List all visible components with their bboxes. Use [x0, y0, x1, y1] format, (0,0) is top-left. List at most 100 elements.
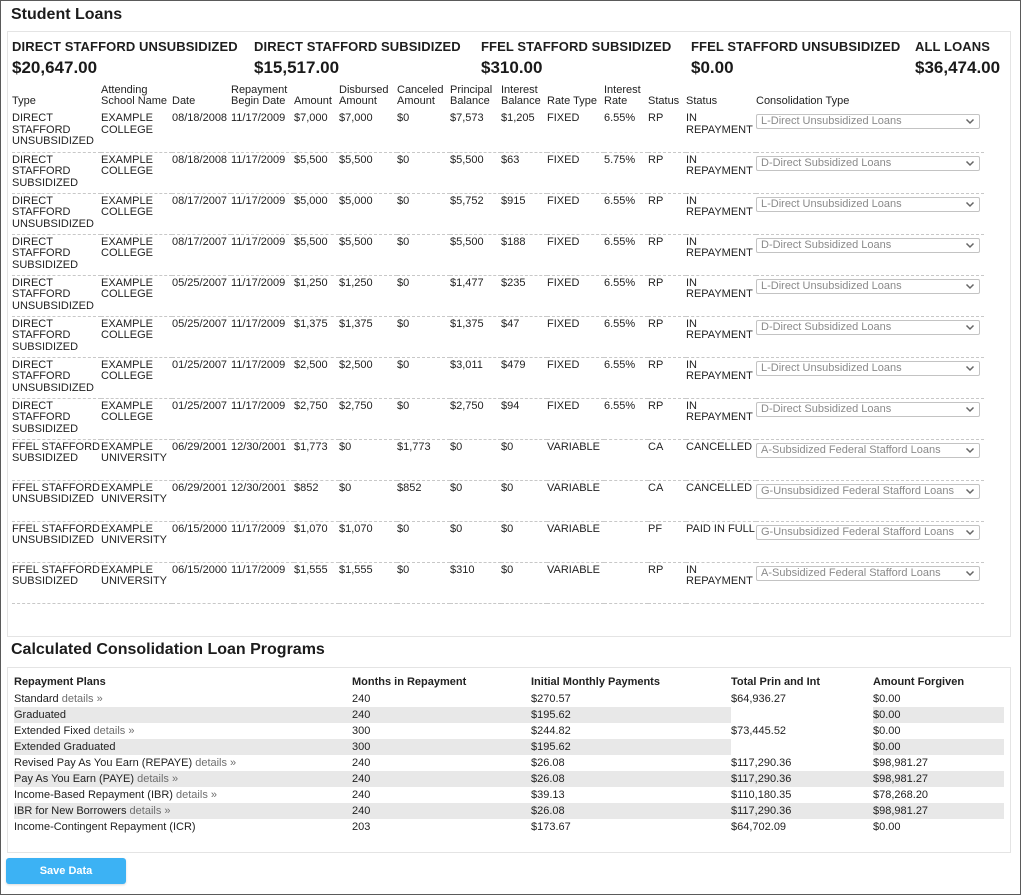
loan-amount-cell: $1,070 [294, 521, 339, 563]
col-header-rate: Interest Rate [604, 84, 641, 107]
school-name-cell: EXAMPLE COLLEGE [101, 111, 172, 153]
principal-balance-cell: $0 [450, 439, 501, 481]
consolidation-type-select[interactable]: L-Direct Unsubsidized Loans [756, 278, 980, 294]
plan-details-link[interactable]: details » [130, 805, 171, 817]
interest-rate-cell [604, 439, 648, 481]
rate-type-cell: FIXED [547, 111, 604, 153]
months-in-repayment-cell: 240 [352, 691, 531, 707]
amount-forgiven-cell: $0.00 [873, 739, 1004, 755]
school-name: EXAMPLE UNIVERSITY [101, 522, 168, 546]
total-principal-interest-cell: $110,180.35 [731, 787, 873, 803]
loan-type-cell: DIRECT STAFFORD SUBSIDIZED [12, 152, 101, 194]
programs-table: Repayment Plans Months in Repayment Init… [14, 675, 1004, 835]
status-code: RP [648, 317, 664, 330]
disbursed-amount: $2,500 [339, 358, 373, 371]
consolidation-type-value: L-Direct Unsubsidized Loans [761, 115, 902, 127]
consolidation-type-select[interactable]: D-Direct Subsidized Loans [756, 401, 980, 417]
canceled-amount-cell: $0 [397, 193, 450, 235]
consolidation-type-select[interactable]: D-Direct Subsidized Loans [756, 237, 980, 253]
repayment-begin-date: 11/17/2009 [231, 112, 286, 124]
repayment-begin-date: 11/17/2009 [231, 399, 286, 412]
loan-type-cell: DIRECT STAFFORD UNSUBSIDIZED [12, 111, 101, 153]
repayment-begin-date-cell: 11/17/2009 [231, 562, 294, 604]
school-name: EXAMPLE UNIVERSITY [101, 481, 168, 505]
plan-cell: Graduated [14, 707, 352, 723]
canceled-amount-cell: $0 [397, 398, 450, 440]
consolidation-type-cell: D-Direct Subsidized Loans [756, 234, 984, 276]
rate-type-cell: VARIABLE [547, 521, 604, 563]
programs-title: Calculated Consolidation Loan Programs [11, 641, 325, 658]
loan-status: IN REPAYMENT [686, 563, 753, 587]
school-name-cell: EXAMPLE COLLEGE [101, 152, 172, 194]
repayment-begin-date-cell: 11/17/2009 [231, 275, 294, 317]
principal-balance-cell: $7,573 [450, 111, 501, 153]
consolidation-type-select[interactable]: L-Direct Unsubsidized Loans [756, 360, 980, 376]
loan-row: FFEL STAFFORD UNSUBSIDIZED EXAMPLE UNIVER… [12, 480, 984, 522]
status-code: RP [648, 235, 664, 248]
plan-details-link[interactable]: details » [137, 773, 178, 785]
loan-date: 01/25/2007 [172, 399, 228, 412]
program-row: Income-Based Repayment (IBR) details » 24… [14, 787, 1004, 803]
consolidation-type-select[interactable]: L-Direct Unsubsidized Loans [756, 114, 980, 129]
consolidation-type-select[interactable]: A-Subsidized Federal Stafford Loans [756, 442, 980, 458]
plan-details-link[interactable]: details » [62, 693, 103, 705]
loan-type-cell: DIRECT STAFFORD UNSUBSIDIZED [12, 275, 101, 317]
school-name-cell: EXAMPLE UNIVERSITY [101, 521, 172, 563]
col-header-date: Date [172, 95, 196, 107]
repayment-begin-date-cell: 11/17/2009 [231, 234, 294, 276]
disbursed-amount-cell: $1,375 [339, 316, 397, 358]
rate-type-cell: FIXED [547, 357, 604, 399]
canceled-amount-cell: $0 [397, 111, 450, 153]
interest-balance-cell: $915 [501, 193, 547, 235]
initial-monthly-payment-cell: $270.57 [531, 691, 731, 707]
rate-type: FIXED [547, 235, 580, 248]
status-code: PF [648, 522, 663, 535]
plan-details-link[interactable]: details » [176, 789, 217, 801]
canceled-amount-cell: $0 [397, 152, 450, 194]
consolidation-type-select[interactable]: G-Unsubsidized Federal Stafford Loans [756, 483, 980, 499]
loan-date-cell: 01/25/2007 [172, 398, 231, 440]
col-header-consolidation: Consolidation Type [756, 95, 850, 107]
loan-type-cell: DIRECT STAFFORD SUBSIDIZED [12, 234, 101, 276]
interest-balance: $47 [501, 317, 520, 330]
plan-cell: Income-Contingent Repayment (ICR) [14, 819, 352, 835]
consolidation-type-select[interactable]: L-Direct Unsubsidized Loans [756, 196, 980, 212]
plan-details-link[interactable]: details » [195, 757, 236, 769]
loan-type-cell: FFEL STAFFORD SUBSIDIZED [12, 439, 101, 481]
interest-rate: 6.55% [604, 317, 636, 330]
loan-amount: $5,500 [294, 235, 328, 248]
repayment-begin-date: 11/17/2009 [231, 194, 286, 207]
status-code-cell: RP [648, 316, 686, 358]
total-principal-interest: $117,290.36 [731, 773, 792, 785]
initial-monthly-payment-cell: $244.82 [531, 723, 731, 739]
rate-type-cell: FIXED [547, 193, 604, 235]
school-name: EXAMPLE COLLEGE [101, 235, 153, 259]
plan-name: Extended Graduated [14, 741, 116, 753]
consolidation-type-select[interactable]: D-Direct Subsidized Loans [756, 155, 980, 171]
interest-balance-cell: $63 [501, 152, 547, 194]
consolidation-type-cell: L-Direct Unsubsidized Loans [756, 193, 984, 235]
loan-amount-cell: $5,500 [294, 234, 339, 276]
col-header-forgiven: Amount Forgiven [873, 676, 965, 688]
rate-type: VARIABLE [547, 481, 600, 494]
consolidation-type-select[interactable]: D-Direct Subsidized Loans [756, 319, 980, 335]
total-principal-interest: $117,290.36 [731, 805, 792, 817]
total-principal-interest: $110,180.35 [731, 789, 792, 801]
col-header-plan: Repayment Plans [14, 676, 106, 688]
loan-status: IN REPAYMENT [686, 194, 753, 218]
repayment-begin-date-cell: 11/17/2009 [231, 521, 294, 563]
principal-balance: $1,375 [450, 317, 484, 330]
school-name: EXAMPLE COLLEGE [101, 317, 153, 341]
consolidation-type-select[interactable]: A-Subsidized Federal Stafford Loans [756, 565, 980, 581]
months-in-repayment: 300 [352, 741, 371, 753]
save-data-button[interactable]: Save Data [6, 858, 126, 884]
consolidation-type-select[interactable]: G-Unsubsidized Federal Stafford Loans [756, 524, 980, 540]
col-header-type: Type [12, 95, 36, 107]
plan-details-link[interactable]: details » [94, 725, 135, 737]
canceled-amount-cell: $0 [397, 275, 450, 317]
loan-row: DIRECT STAFFORD UNSUBSIDIZED EXAMPLE COLL… [12, 111, 984, 153]
school-name-cell: EXAMPLE UNIVERSITY [101, 562, 172, 604]
initial-monthly-payment: $26.08 [531, 805, 565, 817]
amount-forgiven-cell: $0.00 [873, 707, 1004, 723]
disbursed-amount: $1,070 [339, 522, 373, 535]
